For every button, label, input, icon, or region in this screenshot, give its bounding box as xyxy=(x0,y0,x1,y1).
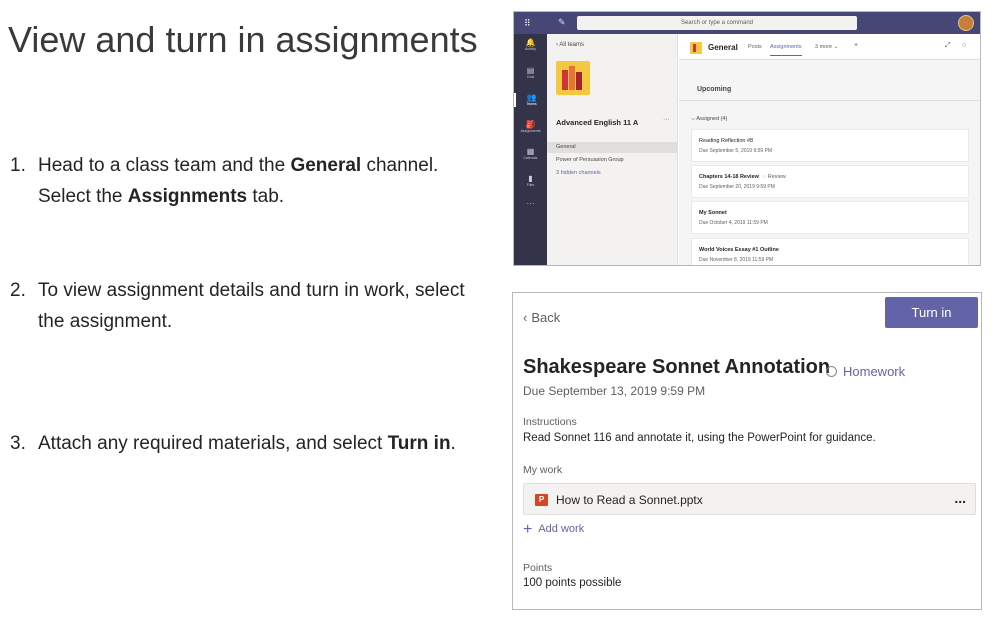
class-books-icon xyxy=(556,61,590,95)
divider xyxy=(679,100,980,101)
powerpoint-icon: P xyxy=(535,494,548,506)
refresh-icon[interactable]: ○ xyxy=(962,42,966,49)
instructions-text: Read Sonnet 116 and annotate it, using t… xyxy=(523,432,876,444)
teams-window: ⠿ ✎ Search or type a command 🔔 Activity … xyxy=(513,11,981,266)
avatar[interactable] xyxy=(958,15,974,31)
more-options-icon[interactable]: ··· xyxy=(663,116,670,123)
chevron-left-icon: ‹ xyxy=(523,310,528,325)
app-rail: 🔔 Activity ▤ Chat 👥 Teams 🎒 Assignments … xyxy=(514,34,547,265)
file-name: How to Read a Sonnet.pptx xyxy=(556,493,703,507)
step-text: Head to a class team and the General cha… xyxy=(38,155,439,207)
class-books-icon xyxy=(690,42,702,54)
tab-more[interactable]: 3 more ⌄ xyxy=(815,44,838,50)
tab-posts[interactable]: Posts xyxy=(748,44,762,50)
channel-header: General Posts Assignments 3 more ⌄ + ⤢ ○ xyxy=(679,34,980,60)
rail-item-assignments[interactable]: 🎒 Assignments xyxy=(514,120,547,134)
step-3: 3. Attach any required materials, and se… xyxy=(10,428,480,459)
assignment-details-panel: ‹ Back Turn in Shakespeare Sonnet Annotat… xyxy=(512,292,982,610)
step-number: 2. xyxy=(10,280,26,301)
assignment-due: Due September 5, 2019 9:59 PM xyxy=(699,148,773,154)
compose-icon[interactable]: ✎ xyxy=(558,17,566,28)
all-teams-link[interactable]: ‹ All teams xyxy=(556,42,584,48)
step-2: 2. To view assignment details and turn i… xyxy=(10,275,480,337)
instructions-label: Instructions xyxy=(523,416,577,428)
assignments-icon: 🎒 xyxy=(525,120,536,129)
assignment-card[interactable]: My Sonnet Due October 4, 2019 11:59 PM xyxy=(691,201,969,234)
assignment-title: Chapters 14-18 Review ◌ Review xyxy=(699,174,786,180)
page-title: View and turn in assignments xyxy=(8,19,478,60)
step-1: 1. Head to a class team and the General … xyxy=(10,150,480,212)
teams-top-bar: ⠿ ✎ Search or type a command xyxy=(514,12,980,34)
review-tag: ◌ Review xyxy=(762,174,786,180)
hidden-channels-link[interactable]: 3 hidden channels xyxy=(547,168,677,179)
assigned-group-header[interactable]: ⌵ Assigned (4) xyxy=(691,116,727,123)
rail-item-chat[interactable]: ▤ Chat xyxy=(514,66,547,80)
rail-item-activity[interactable]: 🔔 Activity xyxy=(514,38,547,52)
more-options-icon[interactable]: ... xyxy=(954,490,966,506)
files-icon: ▮ xyxy=(528,174,533,183)
step-text: To view assignment details and turn in w… xyxy=(38,280,465,332)
assignment-title: Reading Reflection #8 xyxy=(699,138,754,144)
calendar-icon: ▦ xyxy=(526,147,535,156)
assignment-card[interactable]: World Voices Essay #1 Outline Due Novemb… xyxy=(691,238,969,265)
channel-general[interactable]: General xyxy=(547,142,677,153)
channel-content: General Posts Assignments 3 more ⌄ + ⤢ ○… xyxy=(679,34,980,265)
back-button[interactable]: ‹ Back xyxy=(523,310,560,325)
category-tag[interactable]: Homework xyxy=(826,364,905,379)
tab-assignments[interactable]: Assignments xyxy=(770,44,802,56)
rail-item-calendar[interactable]: ▦ Calendar xyxy=(514,147,547,161)
assignment-title: World Voices Essay #1 Outline xyxy=(699,247,779,253)
tag-icon xyxy=(826,366,837,377)
turn-in-button[interactable]: Turn in xyxy=(885,297,978,328)
class-team-name[interactable]: Advanced English 11 A xyxy=(556,118,638,127)
plus-icon: + xyxy=(523,521,533,538)
rail-item-teams[interactable]: 👥 Teams xyxy=(514,93,547,107)
search-input[interactable]: Search or type a command xyxy=(577,16,857,30)
step-number: 3. xyxy=(10,433,26,454)
rail-item-more[interactable]: ··· xyxy=(514,199,547,208)
channel-power-of-persuasion[interactable]: Power of Persuasion Group xyxy=(547,155,677,166)
points-label: Points xyxy=(523,562,553,574)
expand-icon[interactable]: ⤢ xyxy=(945,42,951,50)
bell-icon: 🔔 xyxy=(525,38,536,47)
upcoming-heading: Upcoming xyxy=(697,86,732,93)
channel-title: General xyxy=(708,43,738,52)
rail-item-files[interactable]: ▮ Files xyxy=(514,174,547,188)
assignment-card[interactable]: Reading Reflection #8 Due September 5, 2… xyxy=(691,129,969,162)
my-work-label: My work xyxy=(523,464,563,476)
due-date: Due September 13, 2019 9:59 PM xyxy=(523,384,706,398)
assignment-due: Due November 8, 2019 11:59 PM xyxy=(699,257,774,263)
assignment-due: Due October 4, 2019 11:59 PM xyxy=(699,220,768,226)
add-work-button[interactable]: + Add work xyxy=(523,521,584,539)
team-channel-list: ‹ All teams Advanced English 11 A ··· Ge… xyxy=(547,34,678,265)
assignment-due: Due September 20, 2019 9:59 PM xyxy=(699,184,775,190)
assignment-title: Shakespeare Sonnet Annotation xyxy=(523,356,831,378)
assignment-card[interactable]: Chapters 14-18 Review ◌ Review Due Septem… xyxy=(691,165,969,198)
assignment-title: My Sonnet xyxy=(699,210,727,216)
chat-icon: ▤ xyxy=(526,66,535,75)
more-icon: ··· xyxy=(526,199,535,208)
points-value: 100 points possible xyxy=(523,577,622,589)
teams-icon: 👥 xyxy=(526,93,537,102)
step-number: 1. xyxy=(10,155,26,176)
add-tab-icon[interactable]: + xyxy=(854,42,858,49)
step-text: Attach any required materials, and selec… xyxy=(38,433,456,454)
attached-file[interactable]: P How to Read a Sonnet.pptx ... xyxy=(523,483,976,515)
app-grid-icon[interactable]: ⠿ xyxy=(524,18,531,29)
